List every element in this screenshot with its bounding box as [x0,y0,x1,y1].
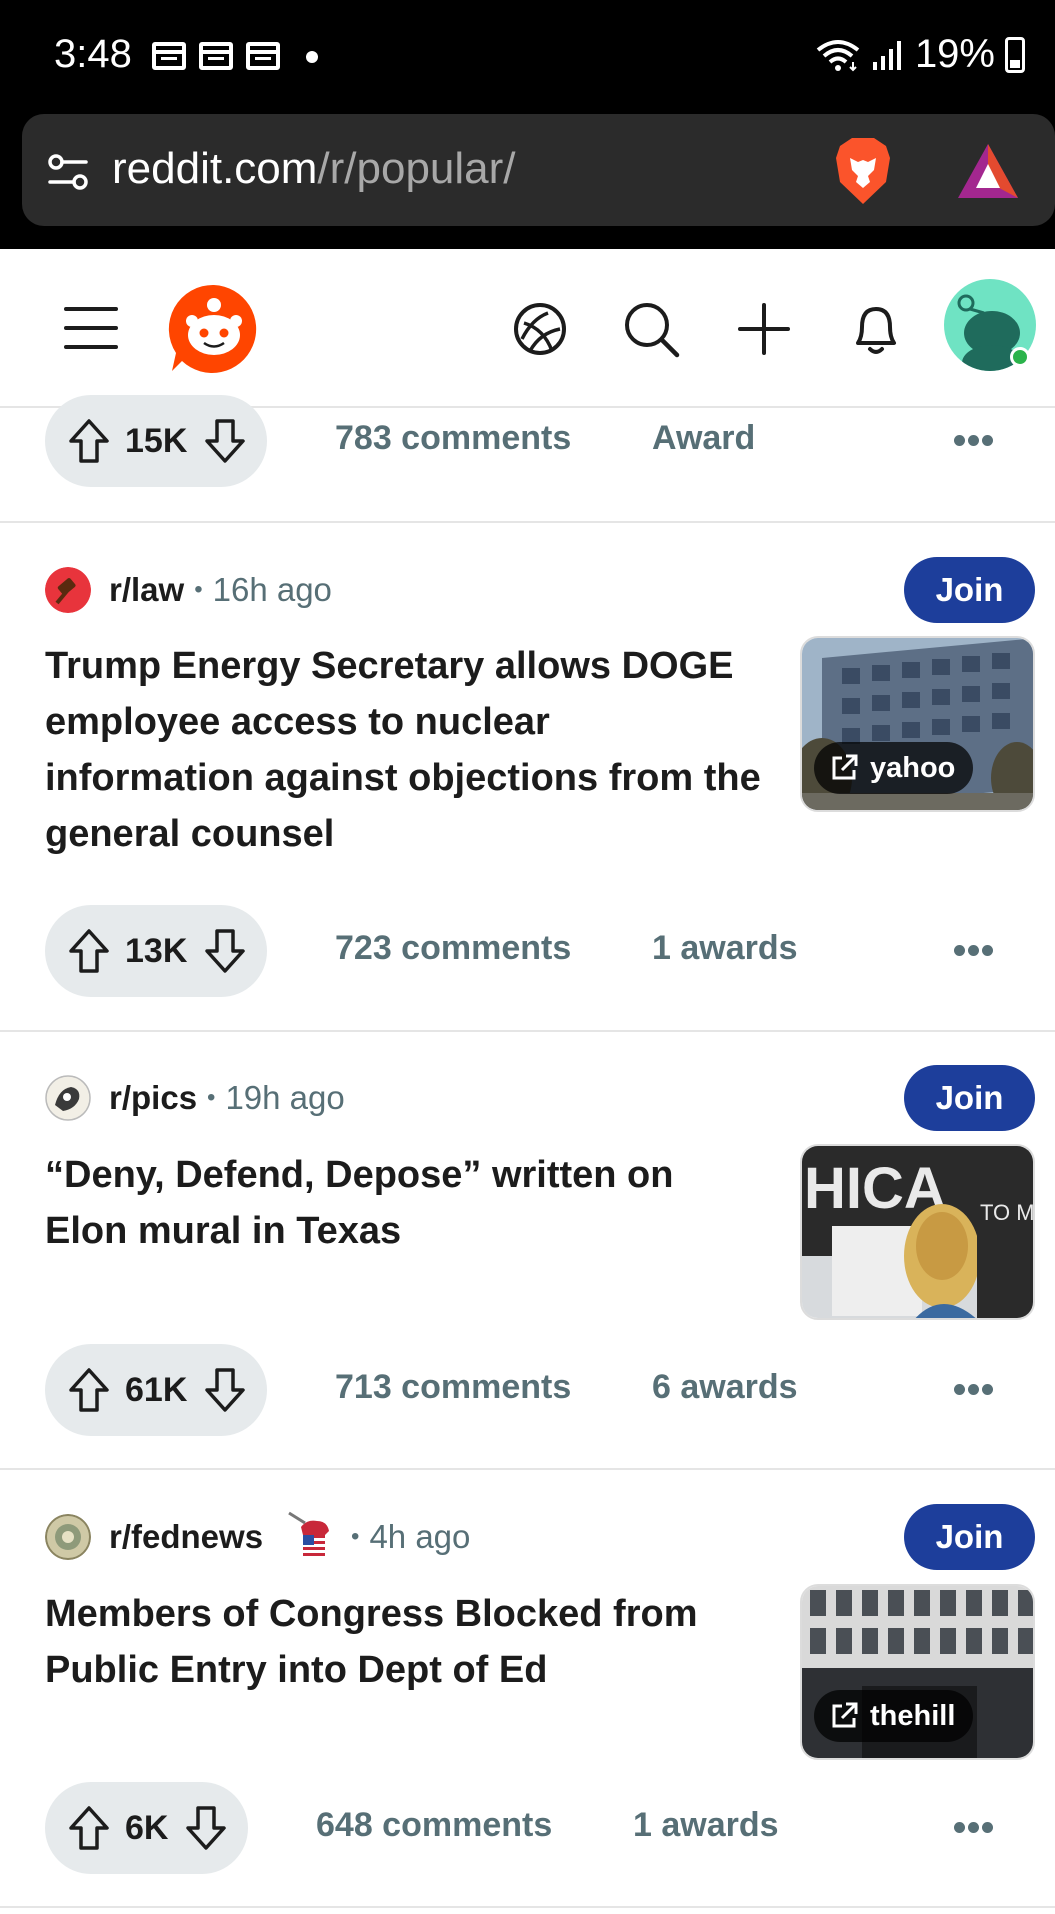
post-time: 4h ago [369,1518,471,1555]
downvote-icon[interactable] [203,1366,247,1414]
awards-button[interactable]: 6 awards [652,1368,798,1407]
brave-lion-icon[interactable] [832,136,894,206]
url-domain: reddit.com [112,144,318,193]
plus-icon[interactable] [734,299,794,359]
reddit-header [0,249,1055,408]
fist-flag-icon [288,1511,330,1561]
mural-photo: HICA TO MARS [802,1146,1035,1318]
comments-button[interactable]: 648 comments [316,1806,552,1845]
comments-button[interactable]: 723 comments [335,929,571,968]
address-bar[interactable]: reddit.com/r/popular/ [22,114,1055,226]
vote-count: 13K [125,931,188,970]
wifi-icon [816,39,860,71]
vote-pill: 6K [45,1782,249,1874]
post-time: 19h ago [225,1079,345,1116]
calendar-notification-icon [246,42,280,70]
divider [0,1030,1055,1032]
divider [0,521,1055,523]
downvote-icon[interactable] [203,927,247,975]
meta-separator: • [207,1084,216,1111]
downvote-icon[interactable] [184,1804,228,1852]
bell-icon[interactable] [846,299,906,359]
upvote-icon[interactable] [67,1366,111,1414]
post-meta: r/pics • 19h ago [45,1075,345,1121]
upvote-icon[interactable] [67,1804,111,1852]
post-time: 16h ago [212,571,332,608]
vote-pill: 61K [45,1344,268,1436]
meta-separator: • [194,576,203,603]
thumb-source: yahoo [870,751,956,784]
award-button[interactable]: Award [652,419,755,458]
external-link-icon [832,1702,858,1728]
join-button[interactable]: Join [904,1065,1035,1131]
post-thumbnail[interactable]: HICA TO MARS [800,1144,1035,1320]
battery-icon [1005,36,1025,73]
online-status-dot [1010,347,1030,367]
subreddit-name[interactable]: r/law [109,571,184,609]
divider [0,1468,1055,1470]
subreddit-name[interactable]: r/fednews [109,1518,263,1556]
more-icon[interactable] [954,1384,994,1396]
thumb-source-chip[interactable]: thehill [814,1690,974,1742]
post-action-row: 13K 723 comments 1 awards [0,905,1055,997]
post-title[interactable]: Trump Energy Secretary allows DOGE emplo… [45,638,765,862]
post-thumbnail[interactable]: thehill [800,1584,1035,1760]
comments-button[interactable]: 783 comments [335,419,571,458]
svg-text:TO MARS: TO MARS [980,1200,1035,1225]
post-action-row: 61K 713 comments 6 awards [0,1344,1055,1436]
calendar-notification-icon [152,42,186,70]
status-bar: 3:48 19% [0,0,1055,112]
post-title[interactable]: Members of Congress Blocked from Public … [45,1586,765,1698]
awards-button[interactable]: 1 awards [652,929,798,968]
reddit-logo[interactable] [168,283,260,375]
post-meta: r/fednews • 4h ago [45,1511,471,1561]
subreddit-law-icon[interactable] [45,567,91,613]
status-right: 19% [815,32,1025,77]
brave-rewards-icon[interactable] [956,142,1020,200]
subreddit-pics-icon[interactable] [45,1075,91,1121]
vote-pill: 13K [45,905,268,997]
browser-toolbar: reddit.com/r/popular/ [0,112,1055,249]
join-button[interactable]: Join [904,1504,1035,1570]
upvote-icon[interactable] [67,417,111,465]
post-action-row: 15K 783 comments Award [0,395,1055,487]
divider [0,1906,1055,1908]
post-thumbnail[interactable]: yahoo [800,636,1035,812]
upvote-icon[interactable] [67,927,111,975]
thumb-source: thehill [870,1699,956,1732]
post-meta: r/law • 16h ago [45,567,332,613]
more-icon[interactable] [954,435,994,447]
calendar-notification-icon [199,42,233,70]
vote-pill: 15K [45,395,268,487]
more-icon[interactable] [954,945,994,957]
popular-icon[interactable] [510,299,570,359]
url-path: /r/popular/ [317,144,516,193]
vote-count: 61K [125,1370,188,1409]
post-action-row: 6K 648 comments 1 awards [0,1782,1055,1874]
vote-count: 6K [125,1808,169,1847]
meta-separator: • [351,1523,360,1550]
more-notifications-dot [306,51,318,63]
subreddit-name[interactable]: r/pics [109,1079,197,1117]
awards-button[interactable]: 1 awards [633,1806,779,1845]
settings-sliders-icon[interactable] [46,150,90,194]
subreddit-fednews-icon[interactable] [45,1514,91,1560]
more-icon[interactable] [954,1822,994,1834]
thumb-source-chip[interactable]: yahoo [814,742,974,794]
vote-count: 15K [125,421,188,460]
post-title[interactable]: “Deny, Defend, Depose” written on Elon m… [45,1147,765,1259]
status-time: 3:48 [54,32,132,76]
url-text[interactable]: reddit.com/r/popular/ [112,144,516,194]
search-icon[interactable] [621,299,681,359]
signal-icon [872,40,901,70]
battery-percent: 19% [914,32,995,76]
menu-icon[interactable] [64,307,118,349]
external-link-icon [832,754,858,780]
downvote-icon[interactable] [203,417,247,465]
comments-button[interactable]: 713 comments [335,1368,571,1407]
join-button[interactable]: Join [904,557,1035,623]
